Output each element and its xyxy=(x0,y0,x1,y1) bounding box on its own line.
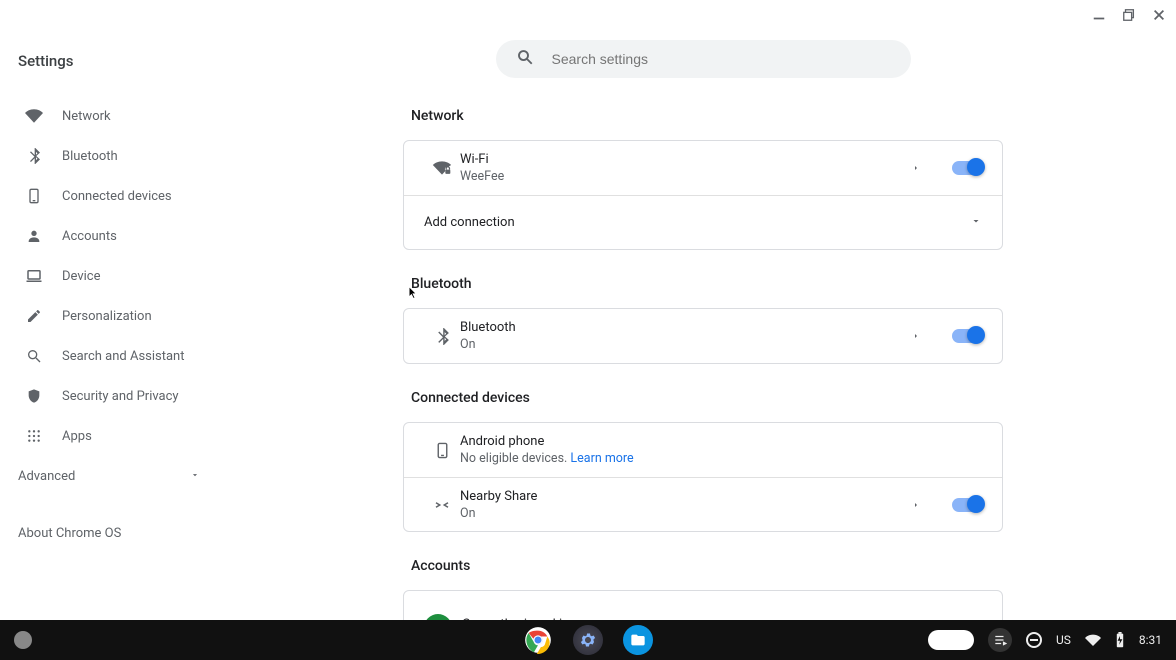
card-network: Wi-Fi WeeFee Add connection xyxy=(403,140,1003,250)
sidebar-item-label: Search and Assistant xyxy=(62,349,185,364)
sidebar-item-about[interactable]: About Chrome OS xyxy=(18,526,230,541)
sidebar-item-network[interactable]: Network xyxy=(18,96,230,136)
sidebar-item-label: Personalization xyxy=(62,309,152,324)
card-bluetooth: Bluetooth On xyxy=(403,308,1003,364)
main-content: Network Wi-Fi WeeFee Add connection xyxy=(230,0,1176,620)
bluetooth-toggle[interactable] xyxy=(952,329,982,343)
section-title-bluetooth: Bluetooth xyxy=(411,276,1003,292)
chevron-right-icon xyxy=(912,331,920,341)
chevron-down-icon xyxy=(970,215,982,231)
sidebar-item-label: Security and Privacy xyxy=(62,389,179,404)
row-android-phone[interactable]: Android phone No eligible devices. Learn… xyxy=(404,423,1002,477)
sidebar-item-label: Connected devices xyxy=(62,189,172,204)
sidebar-item-label: Bluetooth xyxy=(62,149,118,164)
sidebar-item-advanced[interactable]: Advanced xyxy=(18,456,230,496)
wifi-toggle[interactable] xyxy=(952,161,982,175)
sidebar-item-bluetooth[interactable]: Bluetooth xyxy=(18,136,230,176)
sidebar-item-personalization[interactable]: Personalization xyxy=(18,296,230,336)
section-title-accounts: Accounts xyxy=(411,558,1003,574)
sidebar-item-label: Apps xyxy=(62,429,92,444)
now-playing-icon[interactable] xyxy=(988,628,1012,652)
sidebar-item-device[interactable]: Device xyxy=(18,256,230,296)
row-sub: WeeFee xyxy=(460,169,912,184)
section-title-connected: Connected devices xyxy=(411,390,1003,406)
chevron-down-icon xyxy=(190,469,200,484)
wifi-lock-icon xyxy=(424,158,460,178)
nearby-share-toggle[interactable] xyxy=(952,498,982,512)
learn-more-link[interactable]: Learn more xyxy=(570,451,633,466)
row-bluetooth[interactable]: Bluetooth On xyxy=(404,309,1002,363)
search-icon xyxy=(24,348,44,364)
row-signed-in[interactable]: c Currently signed in as cros xyxy=(404,591,1002,620)
wifi-icon xyxy=(24,107,44,125)
settings-app-icon[interactable] xyxy=(573,625,603,655)
row-wifi[interactable]: Wi-Fi WeeFee xyxy=(404,141,1002,195)
row-title: Nearby Share xyxy=(460,489,912,504)
search-bar[interactable] xyxy=(496,40,911,78)
search-input[interactable] xyxy=(552,51,911,67)
sidebar-item-connected-devices[interactable]: Connected devices xyxy=(18,176,230,216)
card-accounts: c Currently signed in as cros xyxy=(403,590,1003,620)
battery-tray-icon[interactable] xyxy=(1115,632,1125,648)
sidebar: Settings Network Bluetooth Connected dev… xyxy=(0,40,230,541)
row-sub: On xyxy=(460,506,912,521)
launcher-button[interactable] xyxy=(14,631,32,649)
sidebar-advanced-label: Advanced xyxy=(18,469,75,484)
row-title: Android phone xyxy=(460,434,982,449)
chevron-right-icon xyxy=(912,500,920,510)
row-title: Wi-Fi xyxy=(460,152,912,167)
row-sub-text: No eligible devices. xyxy=(460,451,570,466)
dnd-icon[interactable] xyxy=(1026,632,1042,648)
sidebar-item-label: Accounts xyxy=(62,229,117,244)
card-connected: Android phone No eligible devices. Learn… xyxy=(403,422,1003,532)
section-title-network: Network xyxy=(411,108,1003,124)
nearby-share-icon xyxy=(424,496,460,514)
sidebar-item-accounts[interactable]: Accounts xyxy=(18,216,230,256)
row-nearby-share[interactable]: Nearby Share On xyxy=(404,477,1002,531)
chrome-app-icon[interactable] xyxy=(523,625,553,655)
app-title: Settings xyxy=(18,52,230,70)
clock[interactable]: 8:31 xyxy=(1139,633,1162,647)
person-icon xyxy=(24,228,44,244)
bluetooth-icon xyxy=(424,328,460,345)
apps-grid-icon xyxy=(24,429,44,443)
files-app-icon[interactable] xyxy=(623,625,653,655)
row-title: Bluetooth xyxy=(460,320,912,335)
laptop-icon xyxy=(24,267,44,285)
system-tray[interactable]: US 8:31 xyxy=(928,628,1176,652)
row-sub: No eligible devices. Learn more xyxy=(460,451,982,466)
sidebar-item-security-privacy[interactable]: Security and Privacy xyxy=(18,376,230,416)
sidebar-item-search-assistant[interactable]: Search and Assistant xyxy=(18,336,230,376)
ime-indicator[interactable]: US xyxy=(1056,633,1071,647)
sidebar-item-label: Device xyxy=(62,269,101,284)
search-icon xyxy=(516,48,534,70)
row-sub: On xyxy=(460,337,912,352)
shelf-apps xyxy=(523,625,653,655)
tray-pill[interactable] xyxy=(928,630,974,650)
bluetooth-icon xyxy=(24,148,44,164)
pencil-icon xyxy=(24,308,44,324)
row-title: Add connection xyxy=(424,215,515,230)
sidebar-item-apps[interactable]: Apps xyxy=(18,416,230,456)
phone-icon xyxy=(24,188,44,204)
chevron-right-icon xyxy=(912,163,920,173)
row-add-connection[interactable]: Add connection xyxy=(404,195,1002,249)
wifi-tray-icon[interactable] xyxy=(1085,632,1101,648)
phone-icon xyxy=(424,442,460,459)
sidebar-item-label: Network xyxy=(62,109,111,124)
shelf: US 8:31 xyxy=(0,620,1176,660)
shield-icon xyxy=(24,388,44,404)
